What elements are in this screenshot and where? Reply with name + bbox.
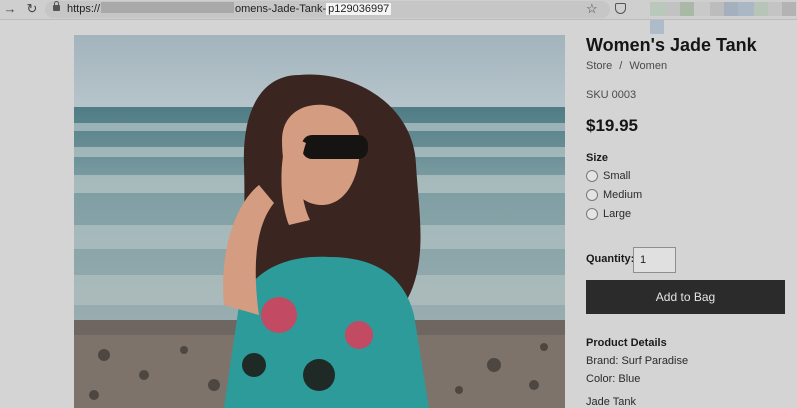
- product-price: $19.95: [586, 116, 638, 135]
- url-text: https:// omens-Jade-Tank-p129036997: [67, 2, 392, 17]
- product-photo[interactable]: [74, 35, 565, 408]
- address-bar[interactable]: https:// omens-Jade-Tank-p129036997: [45, 1, 610, 18]
- reload-icon[interactable]: ↻: [24, 1, 40, 17]
- radio-button[interactable]: [586, 189, 598, 201]
- radio-button[interactable]: [586, 208, 598, 220]
- quantity-label: Quantity:: [586, 253, 635, 265]
- product-title: Women's Jade Tank: [586, 35, 757, 55]
- url-highlight: p129036997: [326, 3, 392, 15]
- product-photo-illustration: [74, 35, 565, 408]
- url-redacted-block: [101, 2, 235, 13]
- product-details-heading: Product Details: [586, 337, 667, 349]
- extension-icons-redacted: [650, 2, 797, 34]
- breadcrumb-separator: /: [619, 60, 623, 72]
- breadcrumb: Store / Women: [586, 60, 667, 72]
- size-option-small[interactable]: Small: [586, 170, 631, 185]
- size-option-label: Large: [603, 208, 632, 220]
- size-option-medium[interactable]: Medium: [586, 189, 642, 204]
- url-path: omens-Jade-Tank-: [235, 3, 327, 15]
- size-option-large[interactable]: Large: [586, 208, 631, 223]
- browser-toolbar: → ↻ https:// omens-Jade-Tank-p129036997 ☆: [0, 0, 797, 34]
- product-color: Color: Blue: [586, 373, 641, 385]
- breadcrumb-store-link[interactable]: Store: [586, 60, 612, 72]
- product-name-detail: Jade Tank: [586, 396, 636, 408]
- quantity-input[interactable]: [633, 247, 676, 273]
- size-option-label: Medium: [603, 189, 643, 201]
- url-prefix: https://: [67, 3, 101, 15]
- add-to-bag-button[interactable]: Add to Bag: [586, 280, 785, 314]
- size-option-label: Small: [603, 170, 631, 182]
- breadcrumb-women-link[interactable]: Women: [629, 60, 667, 72]
- pocket-icon[interactable]: [615, 3, 626, 14]
- star-icon[interactable]: ☆: [586, 1, 598, 17]
- radio-button[interactable]: [586, 170, 598, 182]
- product-sku: SKU 0003: [586, 89, 637, 101]
- forward-arrow-icon[interactable]: →: [2, 1, 18, 17]
- size-label: Size: [586, 152, 609, 164]
- product-brand: Brand: Surf Paradise: [586, 355, 689, 367]
- lock-icon: [53, 1, 60, 11]
